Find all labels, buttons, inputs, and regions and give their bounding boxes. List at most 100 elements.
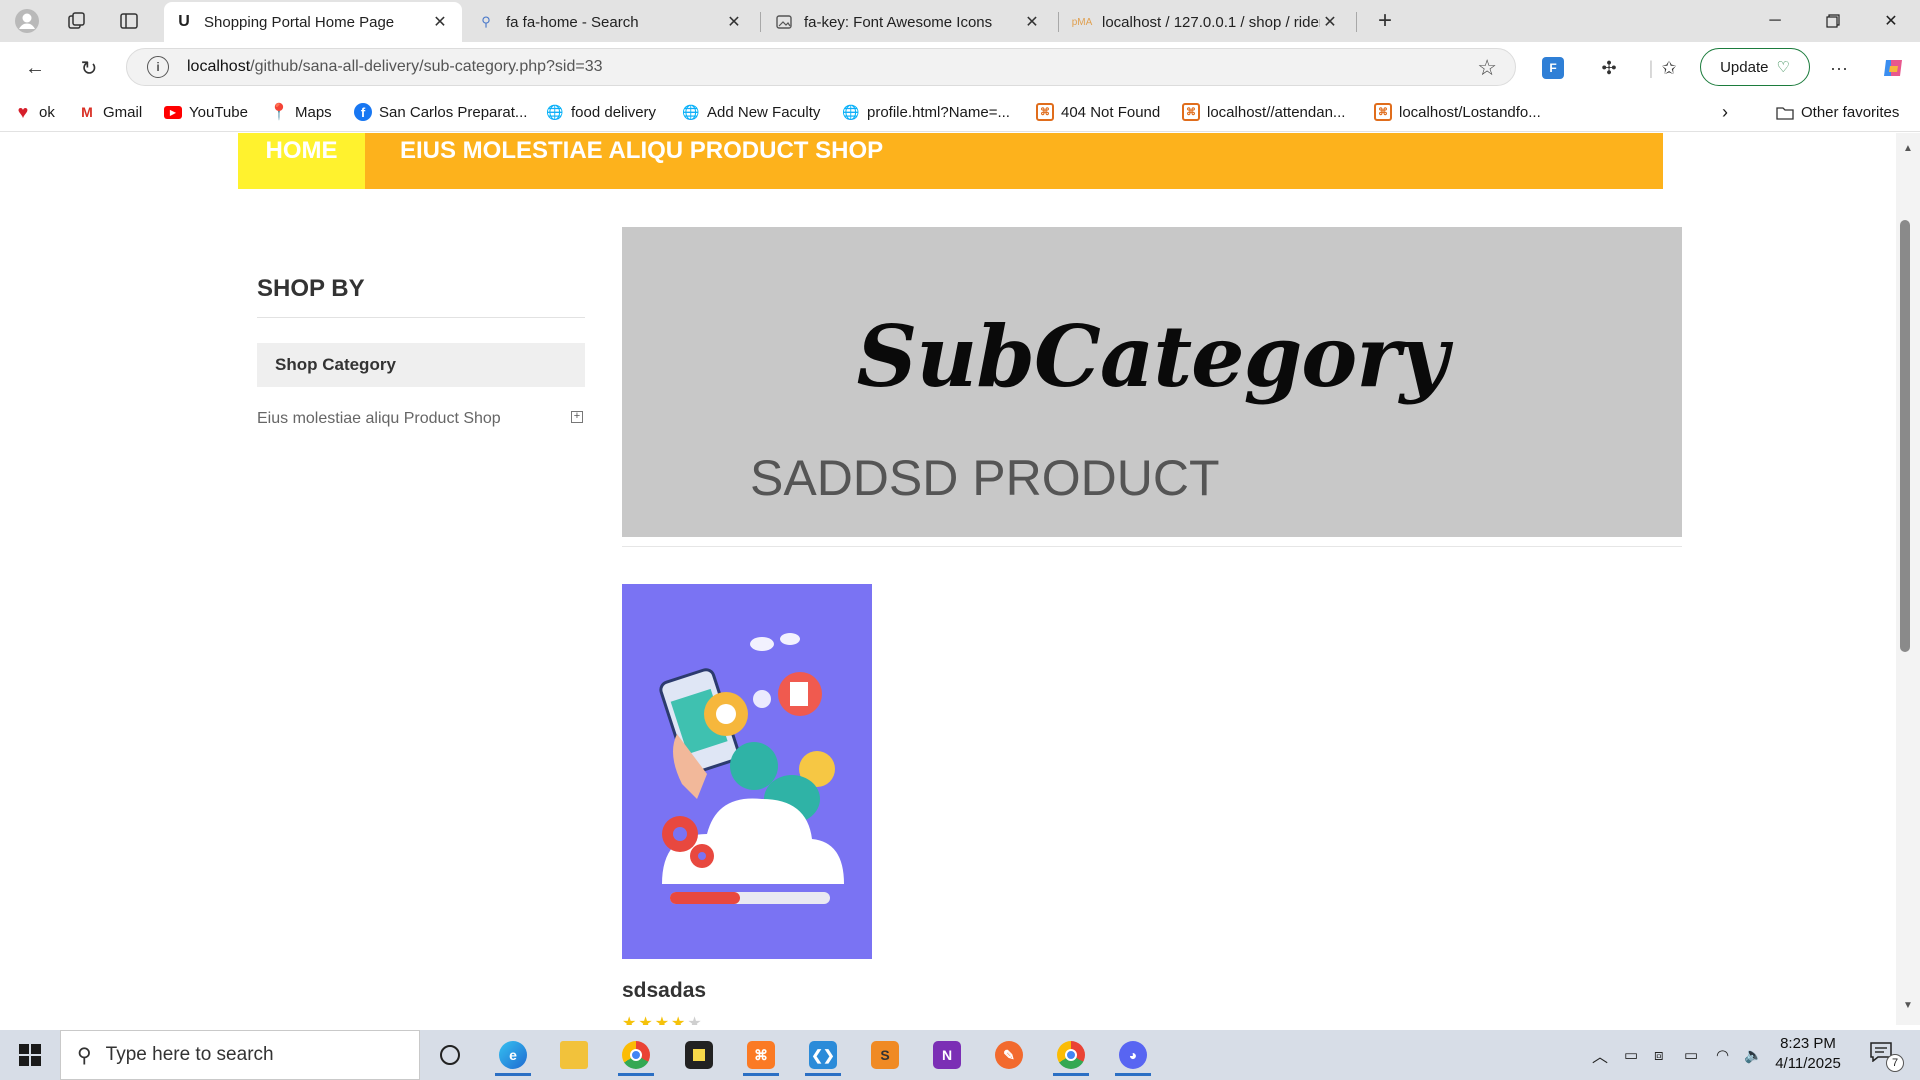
workspaces-icon[interactable] [64, 8, 90, 34]
u-logo-icon: U [178, 13, 190, 30]
bookmark-maps[interactable]: 📍 Maps [269, 100, 332, 124]
globe-icon: 🌐 [682, 103, 700, 120]
close-tab-icon[interactable]: ✕ [1022, 12, 1042, 32]
refresh-icon[interactable]: ↻ [74, 53, 104, 83]
close-tab-icon[interactable]: ✕ [1320, 12, 1340, 32]
meet-now-icon[interactable]: ▭ [1624, 1030, 1638, 1080]
product-name[interactable]: sdsadas [622, 979, 706, 1003]
tray-chevron-icon[interactable]: ︿ [1592, 1030, 1608, 1080]
vscode-app-icon[interactable]: ❮❯ [799, 1034, 847, 1076]
tab-title: fa fa-home - Search [506, 13, 639, 31]
notification-badge: 7 [1886, 1054, 1904, 1072]
display-icon[interactable]: ⧈ [1654, 1030, 1664, 1080]
more-options-icon[interactable]: ··· [1826, 55, 1852, 81]
xampp-icon: ⌘ [1036, 103, 1054, 121]
sublime-text-icon[interactable]: S [861, 1034, 909, 1076]
font-extension-icon[interactable]: F [1540, 55, 1566, 81]
globe-icon: 🌐 [842, 103, 860, 120]
scroll-down-icon[interactable]: ▼ [1896, 1000, 1920, 1018]
bookmark-label: Maps [295, 103, 332, 121]
back-icon[interactable]: ← [20, 53, 50, 83]
other-favorites-label: Other favorites [1801, 103, 1900, 121]
more-bookmarks-chevron-icon[interactable]: › [1722, 100, 1728, 124]
file-explorer-icon[interactable] [550, 1034, 598, 1076]
health-heart-icon: ♡ [1776, 59, 1790, 76]
bookmark-youtube[interactable]: ▶ YouTube [164, 100, 248, 124]
phpmyadmin-icon: pMA [1071, 16, 1093, 28]
bookmark-gmail[interactable]: M Gmail [78, 100, 142, 124]
windows-start-icon[interactable] [0, 1030, 60, 1080]
bookmark-ok[interactable]: ♥ ok [14, 100, 55, 124]
site-info-icon[interactable]: i [147, 56, 169, 78]
discord-app-icon[interactable]: ◕ [1109, 1034, 1157, 1076]
sticky-notes-icon[interactable] [675, 1034, 723, 1076]
star-filled-icon: ★ [671, 1015, 688, 1025]
tab-fa-key[interactable]: fa-key: Font Awesome Icons ✕ [764, 2, 1054, 42]
bookmark-attendance[interactable]: ⌘ localhost//attendan... [1182, 100, 1345, 124]
battery-icon[interactable]: ▭ [1684, 1030, 1698, 1080]
clock-date: 4/11/2025 [1775, 1055, 1841, 1072]
close-window-icon[interactable]: ✕ [1862, 0, 1920, 42]
taskbar-clock[interactable]: 8:23 PM 4/11/2025 [1748, 1034, 1868, 1074]
favorites-icon[interactable]: ✩ [1656, 55, 1682, 81]
bookmark-label: 404 Not Found [1061, 103, 1161, 121]
product-rating: ★★★★★ [622, 1013, 704, 1025]
xampp-app-icon[interactable]: ⌘ [737, 1034, 785, 1076]
copilot-icon[interactable] [1880, 55, 1906, 81]
bookmark-lostandfound[interactable]: ⌘ localhost/Lostandfo... [1374, 100, 1541, 124]
product-image[interactable] [622, 584, 872, 959]
bookmark-label: San Carlos Preparat... [379, 103, 528, 121]
page-viewport: HOME EIUS MOLESTIAE ALIQU PRODUCT SHOP S… [0, 133, 1920, 1025]
new-tab-icon[interactable]: + [1372, 7, 1398, 34]
url-path: /github/sana-all-delivery/sub-category.p… [250, 58, 603, 75]
chrome-profile-app-icon[interactable] [1047, 1034, 1095, 1076]
scroll-up-icon[interactable]: ▲ [1896, 143, 1920, 161]
star-filled-icon: ★ [654, 1015, 672, 1025]
address-bar[interactable]: i localhost/github/sana-all-delivery/sub… [126, 48, 1516, 86]
bookmark-profile[interactable]: 🌐 profile.html?Name=... [842, 100, 1010, 124]
wifi-icon[interactable]: ◠ [1716, 1030, 1729, 1080]
banner-divider [622, 546, 1682, 547]
sidebar-category-link[interactable]: Eius molestiae aliqu Product Shop [257, 410, 501, 428]
close-tab-icon[interactable]: ✕ [430, 12, 450, 32]
taskbar-search-placeholder: Type here to search [105, 1044, 274, 1065]
browser-toolbar: ← ↻ i localhost/github/sana-all-delivery… [0, 42, 1920, 92]
expand-plus-icon[interactable]: + [571, 411, 583, 423]
globe-icon: 🌐 [546, 103, 564, 120]
bookmark-add-new-faculty[interactable]: 🌐 Add New Faculty [682, 100, 820, 124]
menu-home-link[interactable]: HOME [238, 133, 365, 189]
onenote-app-icon[interactable]: N [923, 1034, 971, 1076]
bookmark-san-carlos[interactable]: f San Carlos Preparat... [354, 100, 527, 124]
update-label: Update [1720, 58, 1769, 76]
tab-shopping-portal[interactable]: U Shopping Portal Home Page ✕ [164, 2, 462, 42]
pencil-app-icon[interactable]: ✎ [985, 1034, 1033, 1076]
extensions-icon[interactable]: ✣ [1596, 55, 1622, 81]
subcategory-banner: SubCategory SADDSD PRODUCT [622, 227, 1682, 537]
banner-script-title: SubCategory [856, 307, 1449, 406]
favorite-star-icon[interactable]: ☆ [1477, 55, 1497, 81]
heart-icon: ♥ [17, 101, 29, 122]
other-favorites[interactable]: Other favorites [1776, 100, 1899, 124]
chrome-app-icon[interactable] [612, 1034, 660, 1076]
taskbar-search-input[interactable]: ⚲ Type here to search [60, 1030, 420, 1080]
edge-app-icon[interactable]: e [489, 1034, 537, 1076]
minimize-icon[interactable]: ─ [1746, 0, 1804, 42]
browser-tab-strip: U Shopping Portal Home Page ✕ ⚲ fa fa-ho… [0, 0, 1920, 42]
sidebar-divider [257, 317, 585, 318]
restore-icon[interactable] [1804, 0, 1862, 42]
close-tab-icon[interactable]: ✕ [724, 12, 744, 32]
bookmarks-bar: ♥ ok M Gmail ▶ YouTube 📍 Maps f San Carl… [0, 92, 1920, 132]
folder-icon [1776, 103, 1794, 121]
menu-category-link[interactable]: EIUS MOLESTIAE ALIQU PRODUCT SHOP [400, 137, 883, 165]
scrollbar-thumb[interactable] [1900, 220, 1910, 652]
tab-fa-home-search[interactable]: ⚲ fa fa-home - Search ✕ [466, 2, 756, 42]
profile-icon[interactable] [14, 8, 40, 34]
vertical-tabs-icon[interactable] [116, 8, 142, 34]
update-button[interactable]: Update ♡ [1700, 48, 1810, 86]
clock-time: 8:23 PM [1780, 1035, 1836, 1052]
windows-taskbar: ⚲ Type here to search e ⌘ ❮❯ S N ✎ ◕ ︿ ▭… [0, 1030, 1920, 1080]
tab-phpmyadmin[interactable]: pMA localhost / 127.0.0.1 / shop / rider… [1062, 2, 1352, 42]
bookmark-food-delivery[interactable]: 🌐 food delivery [546, 100, 656, 124]
bookmark-404[interactable]: ⌘ 404 Not Found [1036, 100, 1160, 124]
cortana-icon[interactable] [426, 1034, 474, 1076]
